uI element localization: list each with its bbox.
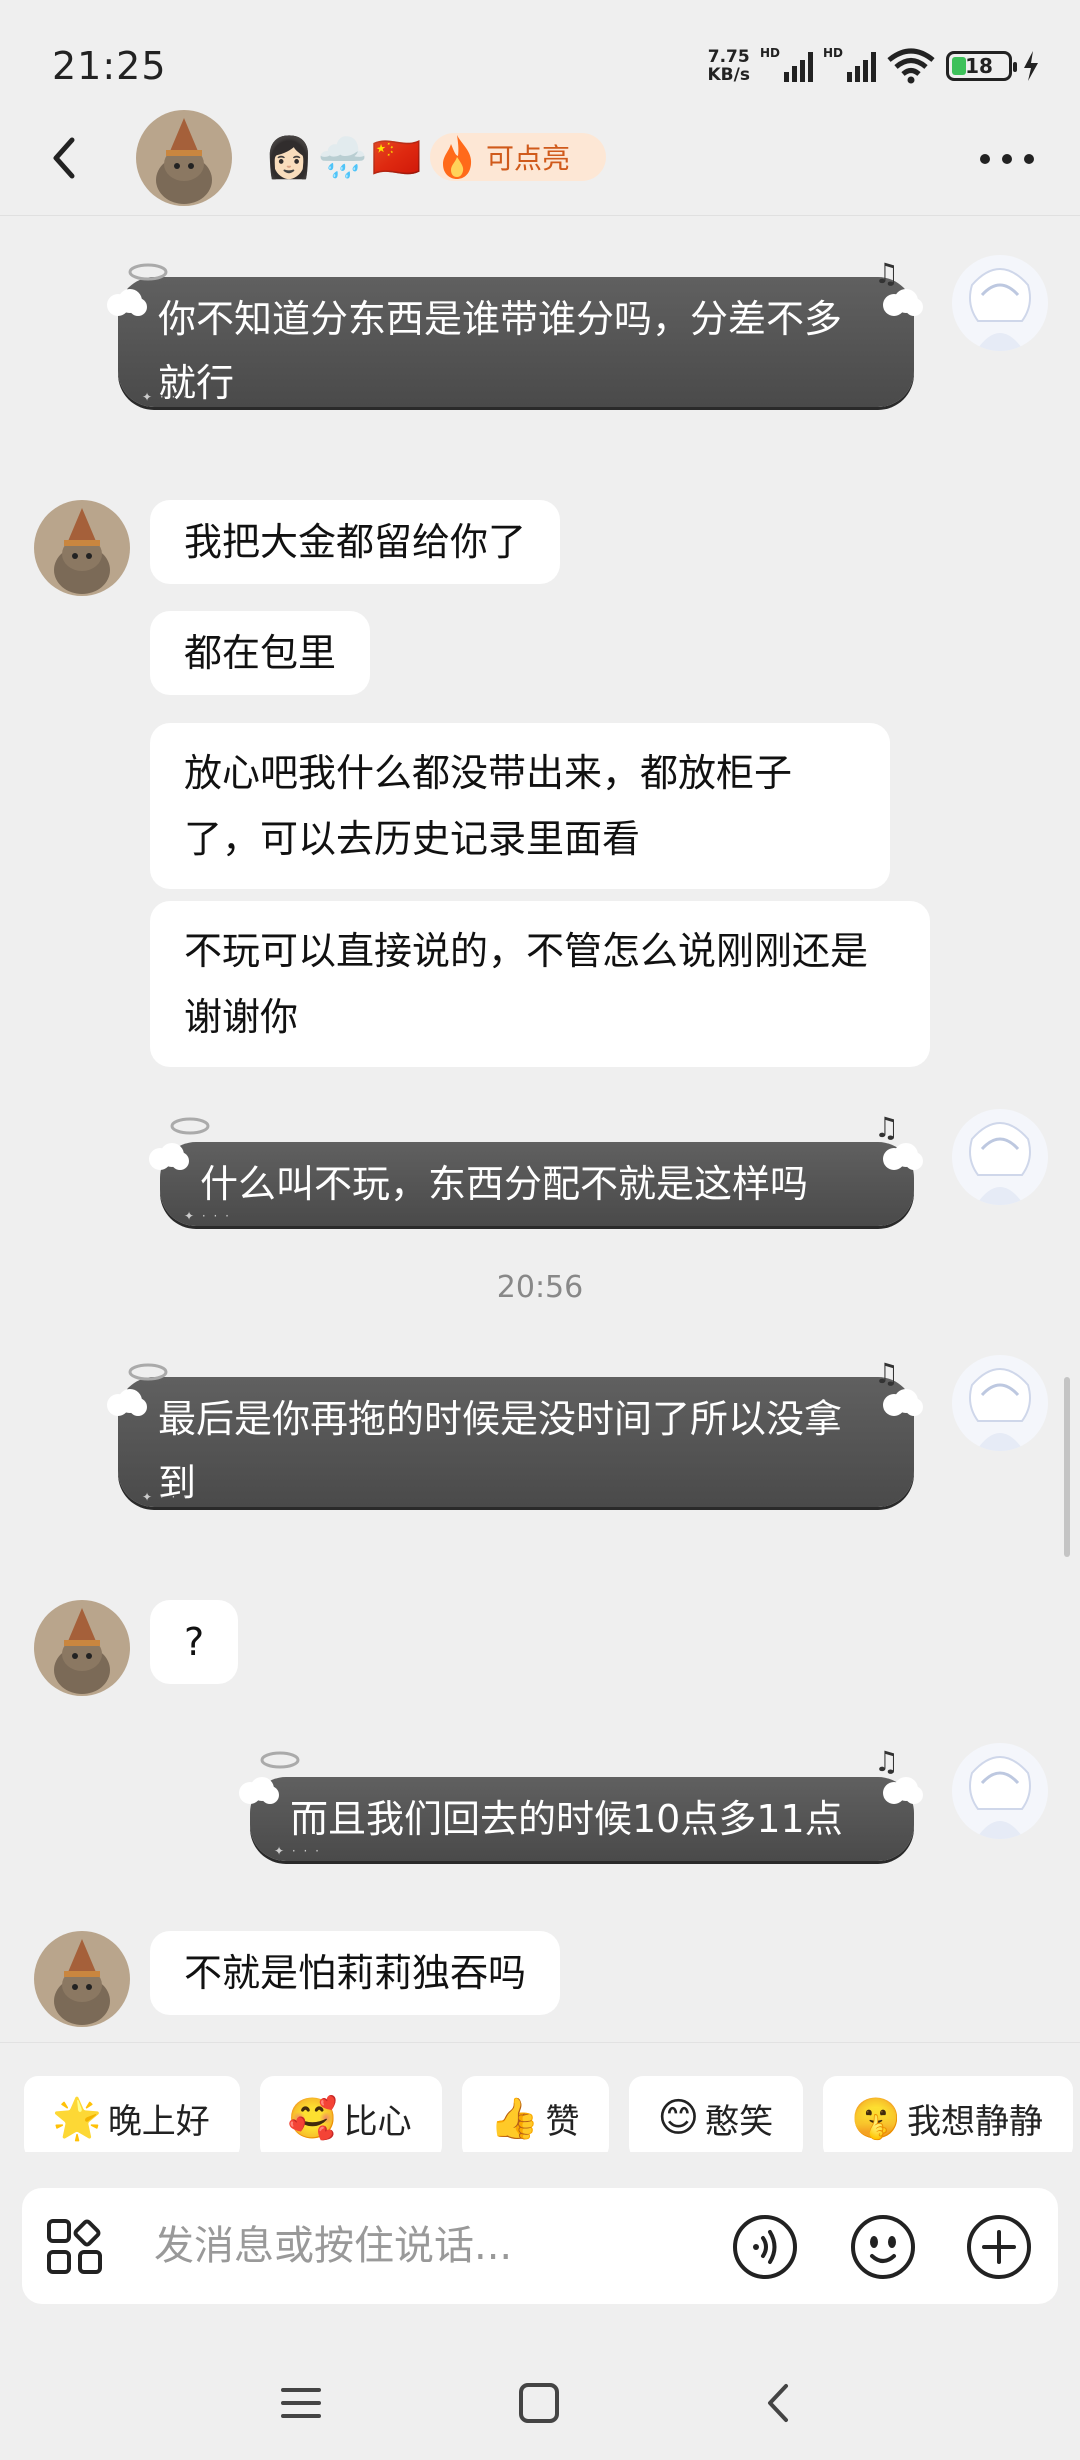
back-nav-icon[interactable] — [756, 2380, 802, 2426]
chat-header: 👩🏻 🌧️ 🇨🇳 可点亮 — [0, 100, 1080, 216]
message-bubble-received[interactable]: 不玩可以直接说的，不管怎么说刚刚还是谢谢你 — [150, 901, 930, 1067]
message-text: 都在包里 — [184, 631, 337, 675]
message-bubble-received[interactable]: ? — [150, 1600, 239, 1684]
apps-icon[interactable] — [46, 2218, 104, 2276]
quick-reply-like[interactable]: 👍 赞 — [461, 2076, 610, 2152]
my-avatar[interactable] — [952, 1355, 1048, 1451]
hd-label: HD — [759, 46, 780, 60]
message-input[interactable]: 发消息或按住说话... — [154, 2218, 512, 2274]
status-emoji-group: 👩🏻 🌧️ 🇨🇳 — [264, 130, 421, 186]
emoji-person: 👩🏻 — [264, 135, 314, 181]
network-speed: 7.75 KB/s — [707, 47, 750, 85]
clock: 21:25 — [52, 44, 167, 88]
message-text: 最后是你再拖的时候是没时间了所以没拿到 — [158, 1397, 843, 1505]
battery-icon: 18 — [946, 51, 1017, 81]
spark-badge[interactable]: 可点亮 — [430, 133, 607, 181]
emoji-flag: 🇨🇳 — [371, 135, 422, 181]
input-bar: 发消息或按住说话... — [22, 2188, 1058, 2304]
signal-icon-2 — [847, 50, 876, 82]
contact-avatar[interactable] — [136, 110, 232, 206]
scrollbar[interactable] — [1064, 1377, 1070, 1557]
music-note-icon: ♫ — [874, 1745, 900, 1778]
home-icon[interactable] — [516, 2380, 562, 2426]
back-button[interactable] — [44, 130, 84, 186]
my-avatar[interactable] — [952, 1743, 1048, 1839]
more-options-button[interactable] — [980, 154, 1034, 164]
system-nav-bar — [0, 2350, 1080, 2460]
flame-icon — [443, 135, 472, 179]
emoji-icon[interactable] — [850, 2214, 916, 2280]
star-face-icon: 🌟 — [52, 2095, 102, 2142]
contact-avatar[interactable] — [34, 500, 130, 596]
quick-reply-smile[interactable]: 😊 憨笑 — [629, 2076, 804, 2152]
contact-avatar[interactable] — [34, 1931, 130, 2027]
message-text: 你不知道分东西是谁带谁分吗，分差不多就行 — [158, 297, 843, 405]
heart-face-icon: 🥰 — [287, 2095, 338, 2142]
message-bubble-received[interactable]: 我把大金都留给你了 — [150, 500, 561, 584]
message-text: 放心吧我什么都没带出来，都放柜子了，可以去历史记录里面看 — [184, 751, 793, 861]
message-list[interactable]: 你不知道分东西是谁带谁分吗，分差不多就行 ♫ 我把大金都留给你了 都在包里 放心… — [0, 217, 1080, 2042]
message-bubble-received[interactable]: 都在包里 — [150, 611, 371, 695]
message-bubble-sent[interactable]: 而且我们回去的时候10点多11点 — [250, 1777, 914, 1861]
spark-badge-label: 可点亮 — [486, 142, 571, 175]
message-bubble-received[interactable]: 放心吧我什么都没带出来，都放柜子了，可以去历史记录里面看 — [150, 723, 890, 889]
message-text: 而且我们回去的时候10点多11点 — [290, 1797, 843, 1841]
status-icons: 7.75 KB/s HD HD 18 — [708, 46, 1041, 86]
message-text: 什么叫不玩，东西分配不就是这样吗 — [200, 1162, 809, 1206]
message-text: 不就是怕莉莉独吞吗 — [184, 1951, 527, 1995]
menu-icon[interactable] — [278, 2380, 324, 2426]
quick-reply-good-evening[interactable]: 🌟 晚上好 — [24, 2076, 240, 2152]
message-bubble-sent[interactable]: 最后是你再拖的时候是没时间了所以没拿到 — [118, 1377, 914, 1507]
voice-icon[interactable] — [732, 2214, 798, 2280]
halo-decoration-icon — [170, 1117, 210, 1135]
message-bubble-received[interactable]: 不就是怕莉莉独吞吗 — [150, 1931, 561, 2015]
charging-icon — [1024, 51, 1038, 81]
music-note-icon: ♫ — [874, 1111, 900, 1144]
message-text: 不玩可以直接说的，不管怎么说刚刚还是谢谢你 — [184, 929, 869, 1039]
thumbs-up-icon: 👍 — [489, 2095, 540, 2142]
hd-label-2: HD — [822, 46, 843, 60]
quick-reply-bar: 🌟 晚上好 🥰 比心 👍 赞 😊 憨笑 🤫 我想静静 — [0, 2042, 1080, 2152]
facepalm-icon: 🤫 — [851, 2095, 901, 2142]
quick-reply-quiet[interactable]: 🤫 我想静静 — [823, 2076, 1073, 2152]
message-bubble-sent[interactable]: 你不知道分东西是谁带谁分吗，分差不多就行 — [118, 277, 914, 407]
message-text: 我把大金都留给你了 — [184, 520, 527, 564]
wifi-icon — [887, 48, 935, 84]
message-bubble-sent[interactable]: 什么叫不玩，东西分配不就是这样吗 — [160, 1142, 914, 1226]
plus-icon[interactable] — [966, 2214, 1032, 2280]
quick-reply-heart[interactable]: 🥰 比心 — [259, 2076, 442, 2152]
my-avatar[interactable] — [952, 255, 1048, 351]
timestamp: 20:56 — [496, 1270, 584, 1305]
halo-decoration-icon — [260, 1751, 300, 1769]
emoji-rain: 🌧️ — [317, 135, 368, 181]
signal-icon — [783, 50, 813, 82]
contact-avatar[interactable] — [34, 1600, 130, 1696]
my-avatar[interactable] — [952, 1109, 1048, 1205]
smile-face-icon: 😊 — [657, 2095, 700, 2141]
message-text: ? — [184, 1620, 205, 1664]
